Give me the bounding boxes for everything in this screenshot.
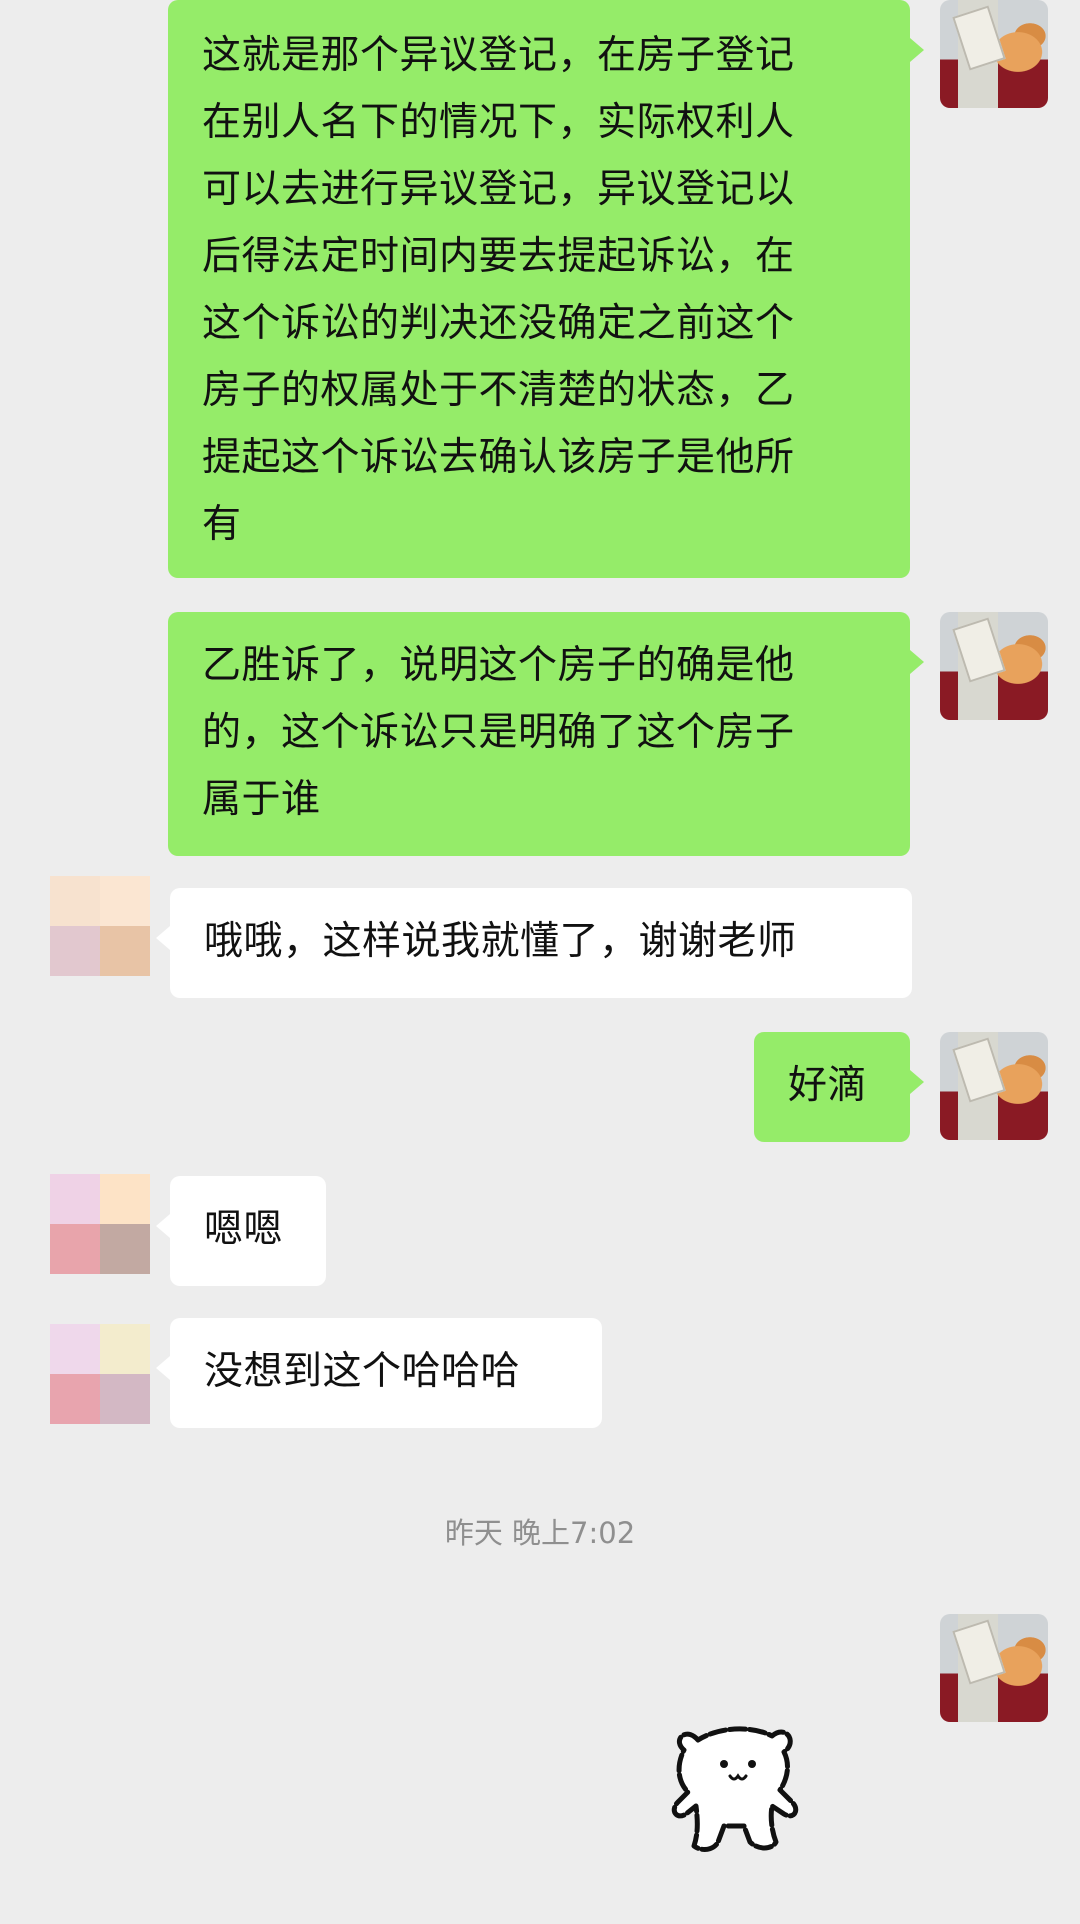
message-timestamp: 昨天 晚上7:02: [444, 1516, 636, 1550]
message-bubble-sent[interactable]: 乙胜诉了，说明这个房子的确是他 的，这个诉讼只是明确了这个房子 属于谁: [168, 612, 924, 856]
message-text-line: 没想到这个哈哈哈: [204, 1349, 521, 1394]
message-text-line: 在别人名下的情况下，实际权利人: [202, 100, 795, 145]
message-text-line: 乙胜诉了，说明这个房子的确是他: [202, 643, 795, 688]
message-text-line: 有: [202, 502, 242, 547]
message-bubble-received[interactable]: 没想到这个哈哈哈: [156, 1318, 602, 1428]
my-avatar[interactable]: [940, 612, 1048, 720]
white-bear-sticker[interactable]: [668, 1718, 818, 1858]
message-text-line: 可以去进行异议登记，异议登记以: [202, 167, 795, 212]
message-text-line: 房子的权属处于不清楚的状态，乙: [202, 368, 795, 413]
message-bubble-received[interactable]: 嗯嗯: [156, 1176, 326, 1286]
message-text-line: 后得法定时间内要去提起诉讼，在: [202, 234, 795, 279]
message-text-line: 哦哦，这样说我就懂了，谢谢老师: [204, 919, 797, 964]
message-bubble-received[interactable]: 哦哦，这样说我就懂了，谢谢老师: [156, 888, 912, 998]
contact-avatar[interactable]: [50, 1174, 150, 1274]
message-text-line: 的，这个诉讼只是明确了这个房子: [202, 710, 795, 755]
message-text-line: 提起这个诉讼去确认该房子是他所: [202, 435, 795, 480]
message-bubble-sent[interactable]: 好滴: [754, 1032, 924, 1142]
message-bubble-sent[interactable]: 这就是那个异议登记，在房子登记 在别人名下的情况下，实际权利人 可以去进行异议登…: [168, 0, 924, 578]
my-avatar[interactable]: [940, 0, 1048, 108]
my-avatar[interactable]: [940, 1614, 1048, 1722]
message-text-line: 这就是那个异议登记，在房子登记: [202, 33, 795, 78]
message-text-line: 好滴: [788, 1063, 868, 1108]
message-text-line: 这个诉讼的判决还没确定之前这个: [202, 301, 795, 346]
contact-avatar[interactable]: [50, 876, 150, 976]
message-text-line: 嗯嗯: [204, 1207, 284, 1252]
my-avatar[interactable]: [940, 1032, 1048, 1140]
contact-avatar[interactable]: [50, 1324, 150, 1424]
chat-area[interactable]: 这就是那个异议登记，在房子登记 在别人名下的情况下，实际权利人 可以去进行异议登…: [0, 0, 1080, 1924]
message-text-line: 属于谁: [202, 777, 321, 822]
